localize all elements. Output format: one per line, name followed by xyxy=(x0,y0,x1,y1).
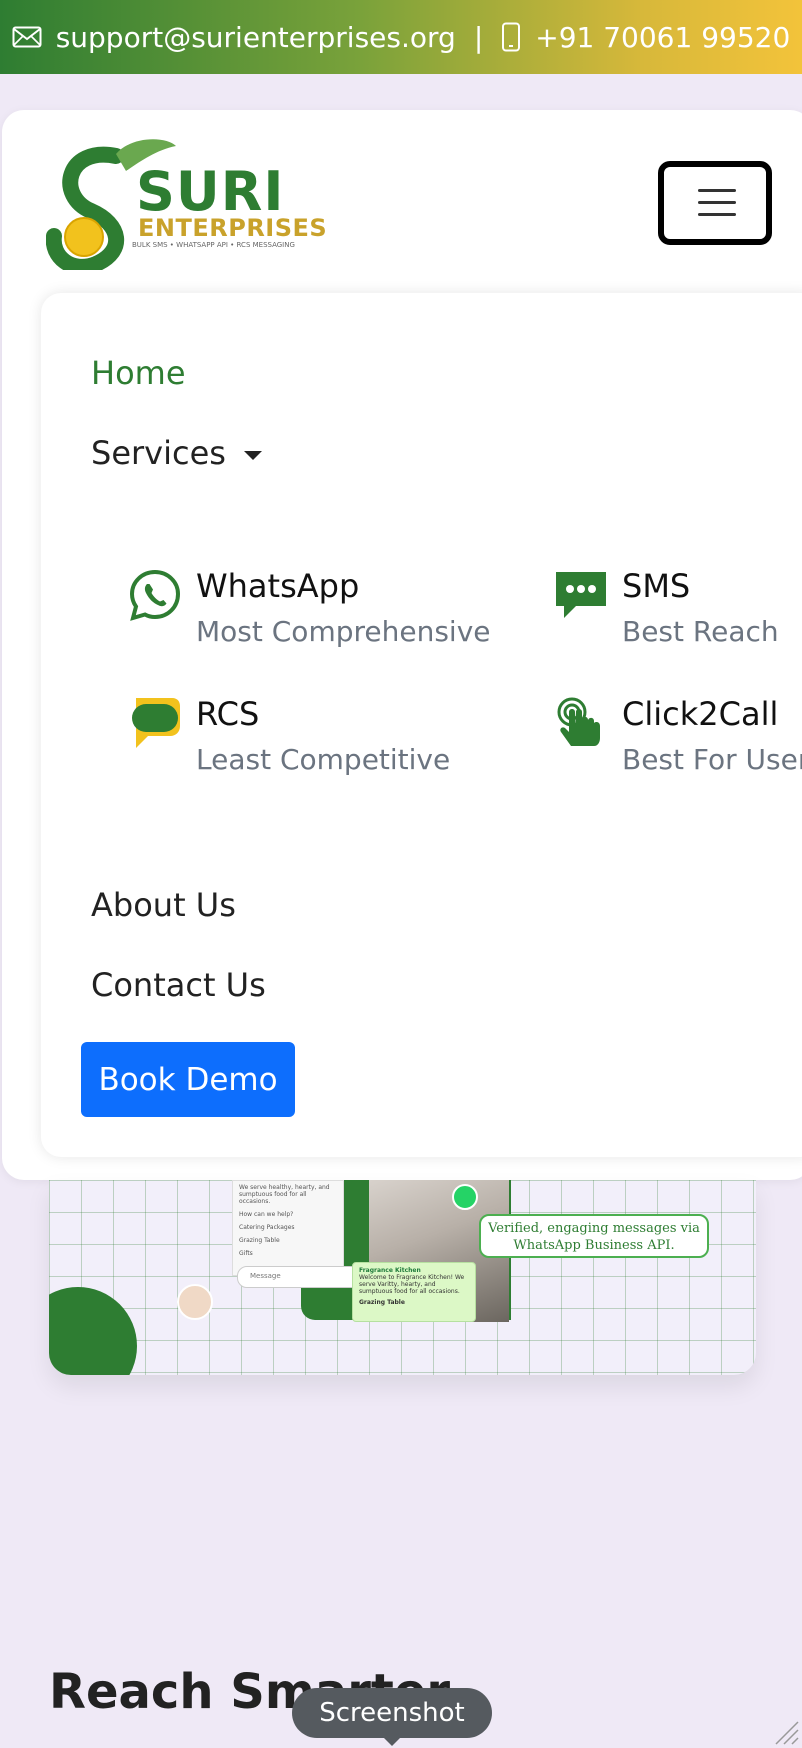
service-name: WhatsApp xyxy=(196,567,360,605)
envelope-icon xyxy=(12,26,42,48)
whatsapp-icon xyxy=(129,569,181,621)
nav-services-label: Services xyxy=(91,434,226,472)
book-demo-button[interactable]: Book Demo xyxy=(81,1042,295,1117)
service-desc: Best For User E xyxy=(622,743,802,776)
sms-chat-icon xyxy=(556,572,606,618)
top-contact-bar: support@surienterprises.org | +91 70061 … xyxy=(0,0,802,74)
service-name: Click2Call xyxy=(622,695,779,733)
verified-line-1: Verified, engaging messages via xyxy=(488,1221,700,1236)
phone-line: Gifts xyxy=(239,1250,253,1257)
avatar xyxy=(177,1284,213,1320)
decorative-blob xyxy=(49,1287,137,1375)
chat-item: Grazing Table xyxy=(359,1299,405,1306)
separator: | xyxy=(473,20,484,54)
service-item-sms[interactable]: SMS Best Reach xyxy=(554,566,779,658)
chat-sender: Fragrance Kitchen xyxy=(359,1267,421,1274)
brand-tagline: BULK SMS • WHATSAPP API • RCS MESSAGING xyxy=(132,241,295,249)
brand-subtitle: ENTERPRISES xyxy=(138,214,328,242)
tap-call-icon xyxy=(557,697,600,746)
phone-line: We serve healthy, hearty, and sumptuous … xyxy=(239,1184,330,1205)
nav-about-link[interactable]: About Us xyxy=(91,886,236,924)
service-desc: Least Competitive xyxy=(196,743,451,776)
mobile-phone-icon xyxy=(501,22,521,52)
phone-line: Catering Packages xyxy=(239,1224,295,1231)
service-item-whatsapp[interactable]: WhatsApp Most Comprehensive xyxy=(128,566,491,658)
rcs-chat-icon xyxy=(132,698,180,748)
navbar-toggler-button[interactable] xyxy=(658,161,772,245)
service-name: SMS xyxy=(622,567,691,605)
phone-number-link[interactable]: +91 70061 99520 xyxy=(535,21,790,54)
pill-pointer xyxy=(382,1736,402,1746)
phone-line: How can we help? xyxy=(239,1211,294,1218)
chat-message: Welcome to Fragrance Kitchen! We serve V… xyxy=(359,1274,465,1295)
screenshot-overlay-button[interactable]: Screenshot xyxy=(292,1688,492,1738)
service-desc: Best Reach xyxy=(622,615,779,648)
service-item-rcs[interactable]: RCS Least Competitive xyxy=(128,694,450,786)
nav-services-dropdown[interactable]: Services xyxy=(91,434,262,472)
phone-chat-preview: We serve healthy, hearty, and sumptuous … xyxy=(232,1180,344,1276)
phone-line: Grazing Table xyxy=(239,1237,280,1244)
service-name: RCS xyxy=(196,695,260,733)
resize-handle-icon xyxy=(775,1721,799,1745)
service-item-click2call[interactable]: Click2Call Best For User E xyxy=(554,694,802,786)
nav-contact-link[interactable]: Contact Us xyxy=(91,966,266,1004)
whatsapp-badge-icon xyxy=(452,1184,478,1210)
verified-callout: Verified, engaging messages via WhatsApp… xyxy=(479,1214,709,1258)
hero-image: We serve healthy, hearty, and sumptuous … xyxy=(49,1180,756,1375)
service-desc: Most Comprehensive xyxy=(196,615,491,648)
chat-bubble: Fragrance Kitchen Welcome to Fragrance K… xyxy=(352,1262,476,1322)
caret-down-icon xyxy=(243,450,262,460)
verified-line-2: WhatsApp Business API. xyxy=(513,1238,675,1253)
support-email-link[interactable]: support@surienterprises.org xyxy=(56,21,456,54)
nav-home-link[interactable]: Home xyxy=(91,354,186,392)
